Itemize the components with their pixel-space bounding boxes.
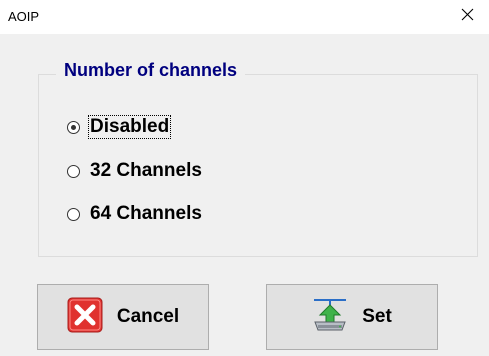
- close-button[interactable]: [445, 0, 489, 34]
- window-title: AOIP: [8, 9, 40, 24]
- title-bar: AOIP: [0, 0, 489, 34]
- upload-drive-icon: [312, 297, 348, 338]
- radio-disabled[interactable]: Disabled: [67, 114, 172, 140]
- radio-label-32-channels: 32 Channels: [90, 160, 202, 181]
- radio-button-selected[interactable]: [67, 120, 80, 134]
- radio-64-channels[interactable]: 64 Channels: [67, 201, 203, 227]
- radio-button[interactable]: [67, 164, 80, 178]
- radio-label-64-channels: 64 Channels: [90, 203, 202, 224]
- group-title: Number of channels: [56, 60, 246, 81]
- close-icon: [461, 8, 474, 26]
- set-button-label: Set: [362, 306, 392, 327]
- cancel-button[interactable]: Cancel: [37, 284, 209, 350]
- cancel-x-icon: [67, 297, 103, 338]
- radio-32-channels[interactable]: 32 Channels: [67, 158, 203, 184]
- cancel-button-label: Cancel: [116, 306, 180, 327]
- radio-label-disabled: Disabled: [87, 115, 172, 139]
- set-button[interactable]: Set: [266, 284, 438, 350]
- radio-button[interactable]: [67, 207, 80, 221]
